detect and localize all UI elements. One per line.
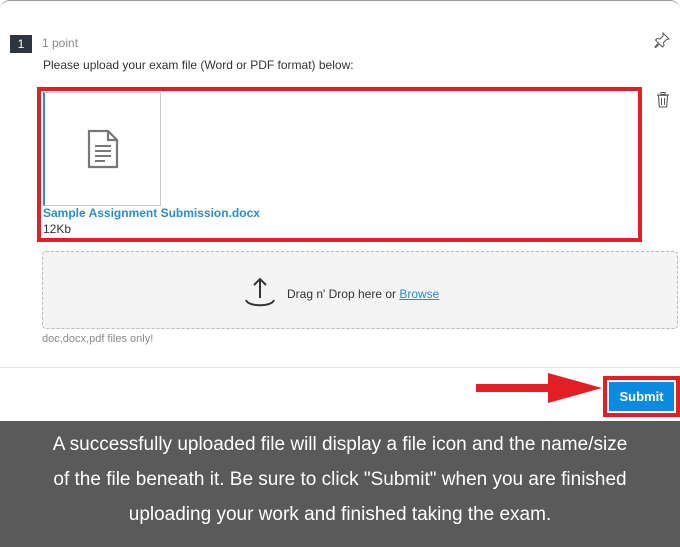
question-points: 1 point (42, 36, 79, 50)
caption-line-1: A successfully uploaded file will displa… (52, 434, 628, 455)
allowed-file-types: doc,docx,pdf files only! (42, 333, 154, 345)
submit-button[interactable]: Submit (609, 382, 674, 411)
question-number-badge: 1 (10, 35, 32, 53)
arrow-right-icon (476, 371, 602, 405)
upload-icon (244, 276, 276, 310)
dropzone-text: Drag n' Drop here or Browse (287, 287, 439, 301)
pin-icon[interactable] (654, 31, 671, 49)
caption-line-2: of the file beneath it. Be sure to click… (53, 469, 627, 490)
dropzone-instruction: Drag n' Drop here or (287, 287, 400, 301)
section-divider (0, 367, 680, 368)
trash-icon[interactable] (656, 92, 670, 108)
question-prompt: Please upload your exam file (Word or PD… (43, 58, 354, 72)
caption-line-3: uploading your work and finished taking … (128, 504, 552, 525)
instruction-caption: A successfully uploaded file will displa… (0, 421, 680, 547)
uploaded-file-highlight-box (37, 87, 642, 242)
browse-link[interactable]: Browse (399, 287, 439, 301)
question-card-top-border (0, 0, 680, 12)
